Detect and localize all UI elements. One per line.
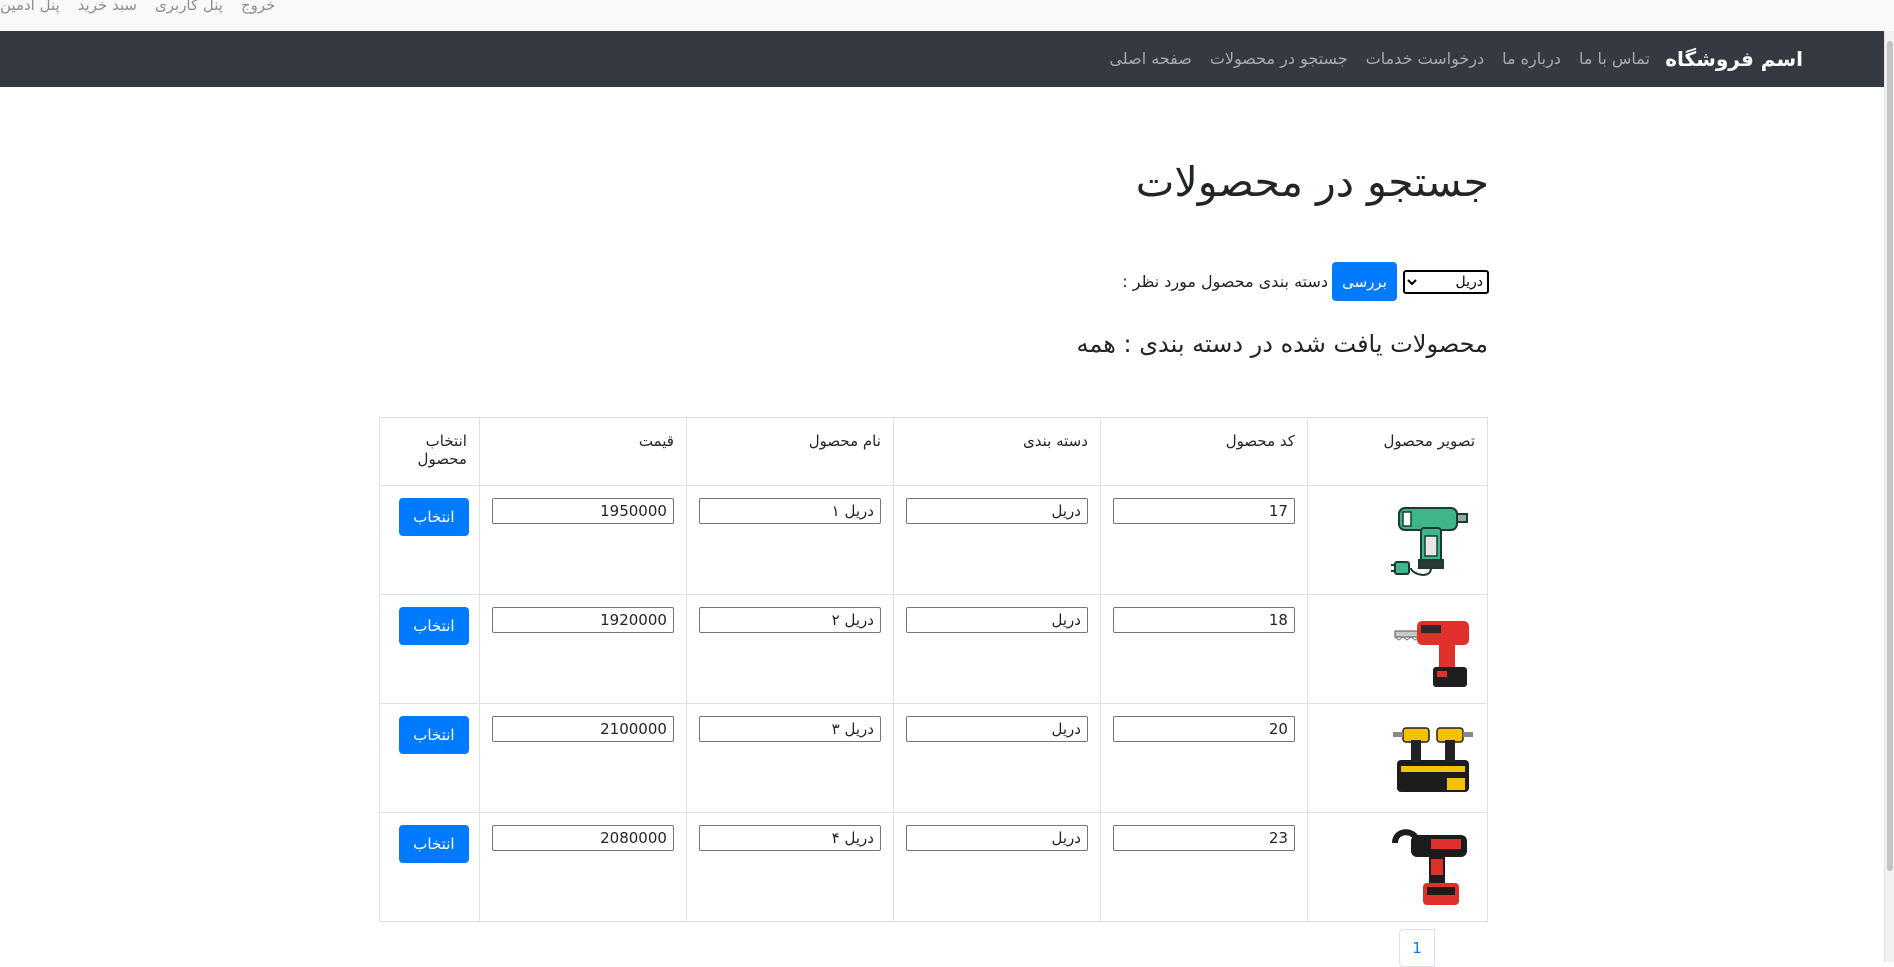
check-button[interactable]: بررسی [1332,262,1397,301]
yellow-drill-kit-icon [1393,727,1473,792]
select-cell: انتخاب [379,485,480,595]
cart-link[interactable]: سبد خرید [78,0,137,16]
store-brand[interactable]: اسم فروشگاه [1665,47,1803,71]
product-name-cell [685,812,894,922]
category-filter: دسته بندی محصول مورد نظر : بررسی دریل [1118,262,1489,301]
category-field[interactable] [905,716,1088,742]
product-code-cell [1099,594,1308,704]
product-code-field[interactable] [1112,825,1295,851]
nav-link-about[interactable]: درباره ما [1502,49,1561,68]
main-navbar: اسم فروشگاه صفحه اصلی جستجو در محصولات د… [0,31,1884,87]
page-scrollbar[interactable] [1884,31,1894,962]
product-name-cell [685,485,894,595]
header-product-image: تصویر محصول [1306,417,1489,486]
price-cell [478,594,687,704]
select-product-button[interactable]: انتخاب [398,825,469,863]
product-code-cell [1099,703,1308,813]
product-code-cell [1099,812,1308,922]
product-name-field[interactable] [698,498,881,524]
header-category: دسته بندی [892,417,1101,486]
product-code-field[interactable] [1112,498,1295,524]
price-field[interactable] [491,498,674,524]
price-cell [478,812,687,922]
nav-links: صفحه اصلی جستجو در محصولات درخواست خدمات… [1109,49,1650,68]
select-cell: انتخاب [379,594,480,704]
nav-link-home[interactable]: صفحه اصلی [1109,49,1191,68]
products-table: تصویر محصول کد محصول دسته بندی نام محصول… [379,417,1489,922]
header-price: قیمت [478,417,687,486]
select-product-button[interactable]: انتخاب [398,607,469,645]
header-product-code: کد محصول [1099,417,1308,486]
product-code-field[interactable] [1112,716,1295,742]
product-name-field[interactable] [698,716,881,742]
category-cell [892,703,1101,813]
user-panel-link[interactable]: پنل کاربری [155,0,223,16]
result-heading: محصولات یافت شده در دسته بندی : همه [1076,330,1488,358]
table-header-row: تصویر محصول کد محصول دسته بندی نام محصول… [379,417,1489,486]
category-select[interactable]: دریل [1403,269,1489,294]
select-product-button[interactable]: انتخاب [398,716,469,754]
red-saw-drill-icon [1394,621,1469,687]
product-image-cell [1306,812,1489,922]
logout-link[interactable]: خروج [241,0,275,16]
table-row: انتخاب [379,485,1489,595]
pagination-page-1[interactable]: 1 [1399,929,1435,967]
scrollbar-thumb[interactable] [1887,41,1893,871]
product-name-field[interactable] [698,607,881,633]
category-field[interactable] [905,498,1088,524]
category-cell [892,812,1101,922]
category-cell [892,485,1101,595]
select-cell: انتخاب [379,812,480,922]
header-select-product: انتخاب محصول [379,417,480,486]
price-field[interactable] [491,607,674,633]
product-image-cell [1306,594,1489,704]
product-name-cell [685,594,894,704]
price-field[interactable] [491,825,674,851]
page-title: جستجو در محصولات [1135,158,1489,206]
red-rebar-tool-icon [1392,829,1467,905]
category-cell [892,594,1101,704]
nav-link-search-products[interactable]: جستجو در محصولات [1210,49,1348,68]
table-row: انتخاب [379,703,1489,813]
product-name-cell [685,703,894,813]
category-field[interactable] [905,825,1088,851]
price-cell [478,703,687,813]
top-links: پنل ادمین سبد خرید پنل کاربری خروج [0,0,275,16]
table-row: انتخاب [379,594,1489,704]
select-cell: انتخاب [379,703,480,813]
product-code-field[interactable] [1112,607,1295,633]
green-drill-icon [1391,507,1468,576]
top-utility-bar: پنل ادمین سبد خرید پنل کاربری خروج [0,0,1894,31]
category-filter-label: دسته بندی محصول مورد نظر : [1122,272,1328,291]
product-image-cell [1306,703,1489,813]
category-field[interactable] [905,607,1088,633]
product-code-cell [1099,485,1308,595]
header-product-name: نام محصول [685,417,894,486]
nav-link-contact[interactable]: تماس با ما [1579,49,1650,68]
table-row: انتخاب [379,812,1489,922]
product-image-cell [1306,485,1489,595]
price-cell [478,485,687,595]
product-name-field[interactable] [698,825,881,851]
admin-panel-link[interactable]: پنل ادمین [0,0,60,16]
select-product-button[interactable]: انتخاب [398,498,469,536]
nav-link-service-request[interactable]: درخواست خدمات [1366,49,1484,68]
price-field[interactable] [491,716,674,742]
